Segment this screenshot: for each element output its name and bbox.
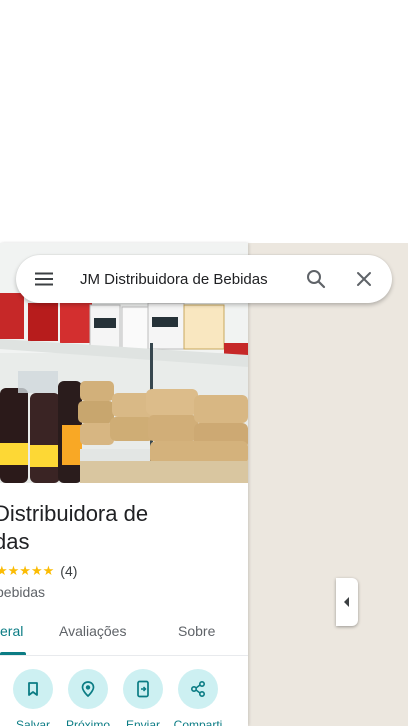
search-icon	[307, 270, 326, 289]
rating-row[interactable]: ★★★★★ (4)	[0, 563, 77, 579]
collapse-panel-button[interactable]	[336, 578, 358, 626]
place-panel: Distribuidora de das ★★★★★ (4) bebidas e…	[0, 243, 248, 726]
share-icon	[190, 680, 206, 698]
collapse-arrow-icon	[344, 597, 349, 607]
blank-top-area	[0, 0, 408, 243]
menu-button[interactable]	[20, 255, 68, 303]
send-label: Enviar	[125, 718, 160, 726]
rating-count: (4)	[60, 563, 78, 579]
menu-icon	[35, 272, 53, 286]
save-button[interactable]: Salvar	[3, 669, 63, 726]
place-title-line2: das	[0, 529, 30, 554]
send-to-phone-button[interactable]: Enviar	[113, 669, 173, 726]
tab-reviews[interactable]: Avaliações	[59, 623, 126, 639]
search-button[interactable]	[296, 259, 336, 299]
rating-stars: ★★★★★	[0, 563, 55, 578]
active-tab-indicator	[0, 652, 26, 655]
place-title-line1: Distribuidora de	[0, 501, 149, 526]
tab-about[interactable]: Sobre	[178, 623, 215, 639]
place-title: Distribuidora de das	[0, 500, 244, 556]
place-tabs: eral Avaliações Sobre	[0, 609, 248, 656]
nearby-label: Próximo	[65, 718, 110, 726]
tab-overview[interactable]: eral	[0, 623, 23, 639]
close-icon	[357, 272, 371, 286]
clear-search-button[interactable]	[344, 259, 384, 299]
save-label: Salvar	[15, 718, 50, 726]
share-button[interactable]: Comparti	[168, 669, 228, 726]
send-to-phone-icon	[137, 680, 149, 698]
nearby-button[interactable]: Próximo	[58, 669, 118, 726]
bookmark-icon	[28, 682, 38, 696]
search-bar: JM Distribuidora de Bebidas	[16, 255, 392, 303]
share-label: Comparti	[173, 718, 223, 726]
search-input[interactable]: JM Distribuidora de Bebidas	[80, 271, 296, 288]
nearby-icon	[81, 681, 95, 698]
place-category[interactable]: bebidas	[0, 584, 45, 600]
map-area[interactable]	[248, 243, 408, 726]
